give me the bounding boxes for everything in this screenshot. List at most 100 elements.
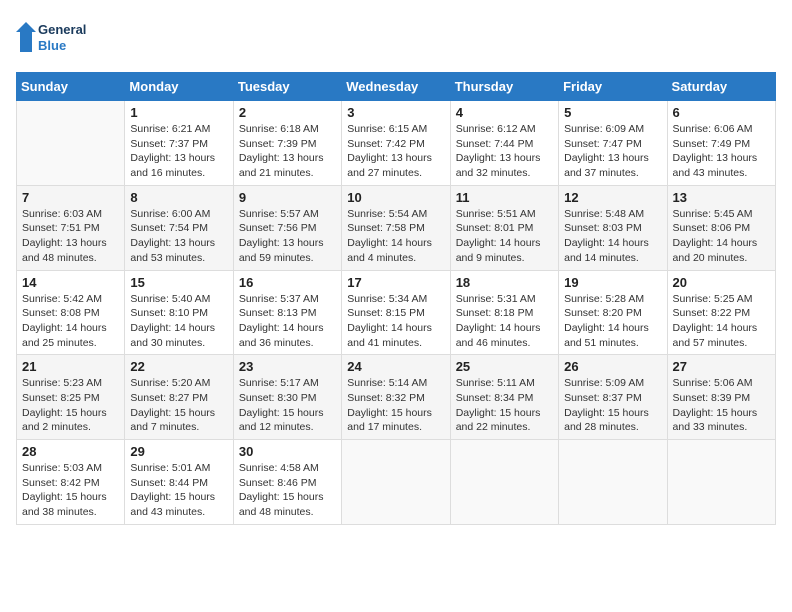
- day-number: 22: [130, 359, 227, 374]
- day-number: 27: [673, 359, 770, 374]
- day-info: Sunrise: 5:14 AM Sunset: 8:32 PM Dayligh…: [347, 376, 444, 435]
- day-info: Sunrise: 5:03 AM Sunset: 8:42 PM Dayligh…: [22, 461, 119, 520]
- day-cell-11: 11Sunrise: 5:51 AM Sunset: 8:01 PM Dayli…: [450, 185, 558, 270]
- day-info: Sunrise: 5:09 AM Sunset: 8:37 PM Dayligh…: [564, 376, 661, 435]
- day-cell-16: 16 Sunrise: 5:37 AM Sunset: 8:13 PM Dayli…: [233, 270, 341, 355]
- calendar-table: SundayMondayTuesdayWednesdayThursdayFrid…: [16, 72, 776, 525]
- day-cell-22: 22 Sunrise: 5:20 AM Sunset: 8:27 PM Dayli…: [125, 355, 233, 440]
- day-info: Sunrise: 5:45 AM Sunset: 8:06 PM Dayligh…: [673, 207, 770, 266]
- day-cell-26: 26 Sunrise: 5:09 AM Sunset: 8:37 PM Dayli…: [559, 355, 667, 440]
- day-number: 7: [22, 190, 119, 205]
- day-cell-29: 29 Sunrise: 5:01 AM Sunset: 8:44 PM Dayli…: [125, 440, 233, 525]
- day-cell-25: 25Sunrise: 5:11 AM Sunset: 8:34 PM Dayli…: [450, 355, 558, 440]
- day-number: 26: [564, 359, 661, 374]
- day-number: 30: [239, 444, 336, 459]
- day-info: Sunrise: 5:20 AM Sunset: 8:27 PM Dayligh…: [130, 376, 227, 435]
- weekday-header-tuesday: Tuesday: [233, 73, 341, 101]
- empty-cell: [450, 440, 558, 525]
- logo: General Blue: [16, 16, 96, 60]
- svg-text:General: General: [38, 22, 86, 37]
- day-cell-2: 2 Sunrise: 6:18 AM Sunset: 7:39 PM Daylig…: [233, 101, 341, 186]
- day-cell-6: 6 Sunrise: 6:06 AM Sunset: 7:49 PM Daylig…: [667, 101, 775, 186]
- day-info: Sunrise: 5:54 AM Sunset: 7:58 PM Dayligh…: [347, 207, 444, 266]
- week-row-2: 7 Sunrise: 6:03 AM Sunset: 7:51 PM Daylig…: [17, 185, 776, 270]
- day-number: 19: [564, 275, 661, 290]
- day-cell-19: 19 Sunrise: 5:28 AM Sunset: 8:20 PM Dayli…: [559, 270, 667, 355]
- day-number: 16: [239, 275, 336, 290]
- day-cell-10: 10Sunrise: 5:54 AM Sunset: 7:58 PM Dayli…: [342, 185, 450, 270]
- day-info: Sunrise: 6:18 AM Sunset: 7:39 PM Dayligh…: [239, 122, 336, 181]
- day-number: 17: [347, 275, 444, 290]
- day-number: 12: [564, 190, 661, 205]
- day-number: 8: [130, 190, 227, 205]
- page-header: General Blue: [16, 16, 776, 60]
- day-info: Sunrise: 6:03 AM Sunset: 7:51 PM Dayligh…: [22, 207, 119, 266]
- weekday-header-saturday: Saturday: [667, 73, 775, 101]
- weekday-header-row: SundayMondayTuesdayWednesdayThursdayFrid…: [17, 73, 776, 101]
- day-info: Sunrise: 6:06 AM Sunset: 7:49 PM Dayligh…: [673, 122, 770, 181]
- day-cell-12: 12 Sunrise: 5:48 AM Sunset: 8:03 PM Dayli…: [559, 185, 667, 270]
- day-cell-5: 5Sunrise: 6:09 AM Sunset: 7:47 PM Daylig…: [559, 101, 667, 186]
- weekday-header-friday: Friday: [559, 73, 667, 101]
- logo-svg: General Blue: [16, 16, 96, 60]
- day-cell-27: 27 Sunrise: 5:06 AM Sunset: 8:39 PM Dayli…: [667, 355, 775, 440]
- day-number: 24: [347, 359, 444, 374]
- day-number: 29: [130, 444, 227, 459]
- day-info: Sunrise: 5:48 AM Sunset: 8:03 PM Dayligh…: [564, 207, 661, 266]
- weekday-header-wednesday: Wednesday: [342, 73, 450, 101]
- day-number: 5: [564, 105, 661, 120]
- day-cell-18: 18Sunrise: 5:31 AM Sunset: 8:18 PM Dayli…: [450, 270, 558, 355]
- day-info: Sunrise: 5:23 AM Sunset: 8:25 PM Dayligh…: [22, 376, 119, 435]
- day-number: 23: [239, 359, 336, 374]
- day-cell-23: 23Sunrise: 5:17 AM Sunset: 8:30 PM Dayli…: [233, 355, 341, 440]
- empty-cell: [17, 101, 125, 186]
- day-cell-21: 21 Sunrise: 5:23 AM Sunset: 8:25 PM Dayli…: [17, 355, 125, 440]
- day-cell-8: 8 Sunrise: 6:00 AM Sunset: 7:54 PM Daylig…: [125, 185, 233, 270]
- day-number: 21: [22, 359, 119, 374]
- day-info: Sunrise: 6:12 AM Sunset: 7:44 PM Dayligh…: [456, 122, 553, 181]
- day-cell-14: 14Sunrise: 5:42 AM Sunset: 8:08 PM Dayli…: [17, 270, 125, 355]
- day-info: Sunrise: 6:15 AM Sunset: 7:42 PM Dayligh…: [347, 122, 444, 181]
- day-info: Sunrise: 5:40 AM Sunset: 8:10 PM Dayligh…: [130, 292, 227, 351]
- day-info: Sunrise: 5:28 AM Sunset: 8:20 PM Dayligh…: [564, 292, 661, 351]
- day-info: Sunrise: 5:42 AM Sunset: 8:08 PM Dayligh…: [22, 292, 119, 351]
- day-number: 28: [22, 444, 119, 459]
- day-cell-1: 1 Sunrise: 6:21 AM Sunset: 7:37 PM Daylig…: [125, 101, 233, 186]
- day-cell-30: 30 Sunrise: 4:58 AM Sunset: 8:46 PM Dayli…: [233, 440, 341, 525]
- day-info: Sunrise: 5:01 AM Sunset: 8:44 PM Dayligh…: [130, 461, 227, 520]
- day-cell-20: 20Sunrise: 5:25 AM Sunset: 8:22 PM Dayli…: [667, 270, 775, 355]
- day-number: 13: [673, 190, 770, 205]
- day-cell-3: 3 Sunrise: 6:15 AM Sunset: 7:42 PM Daylig…: [342, 101, 450, 186]
- day-number: 2: [239, 105, 336, 120]
- weekday-header-monday: Monday: [125, 73, 233, 101]
- day-cell-15: 15 Sunrise: 5:40 AM Sunset: 8:10 PM Dayli…: [125, 270, 233, 355]
- day-cell-24: 24 Sunrise: 5:14 AM Sunset: 8:32 PM Dayli…: [342, 355, 450, 440]
- day-number: 6: [673, 105, 770, 120]
- day-info: Sunrise: 5:57 AM Sunset: 7:56 PM Dayligh…: [239, 207, 336, 266]
- week-row-5: 28 Sunrise: 5:03 AM Sunset: 8:42 PM Dayli…: [17, 440, 776, 525]
- day-info: Sunrise: 6:00 AM Sunset: 7:54 PM Dayligh…: [130, 207, 227, 266]
- svg-text:Blue: Blue: [38, 38, 66, 53]
- day-cell-7: 7 Sunrise: 6:03 AM Sunset: 7:51 PM Daylig…: [17, 185, 125, 270]
- day-number: 3: [347, 105, 444, 120]
- day-cell-9: 9 Sunrise: 5:57 AM Sunset: 7:56 PM Daylig…: [233, 185, 341, 270]
- day-cell-28: 28 Sunrise: 5:03 AM Sunset: 8:42 PM Dayli…: [17, 440, 125, 525]
- day-cell-13: 13 Sunrise: 5:45 AM Sunset: 8:06 PM Dayli…: [667, 185, 775, 270]
- day-info: Sunrise: 6:21 AM Sunset: 7:37 PM Dayligh…: [130, 122, 227, 181]
- empty-cell: [667, 440, 775, 525]
- day-number: 4: [456, 105, 553, 120]
- day-info: Sunrise: 4:58 AM Sunset: 8:46 PM Dayligh…: [239, 461, 336, 520]
- day-number: 9: [239, 190, 336, 205]
- empty-cell: [559, 440, 667, 525]
- day-number: 15: [130, 275, 227, 290]
- day-cell-4: 4 Sunrise: 6:12 AM Sunset: 7:44 PM Daylig…: [450, 101, 558, 186]
- day-info: Sunrise: 5:06 AM Sunset: 8:39 PM Dayligh…: [673, 376, 770, 435]
- day-cell-17: 17 Sunrise: 5:34 AM Sunset: 8:15 PM Dayli…: [342, 270, 450, 355]
- day-info: Sunrise: 5:31 AM Sunset: 8:18 PM Dayligh…: [456, 292, 553, 351]
- day-info: Sunrise: 5:37 AM Sunset: 8:13 PM Dayligh…: [239, 292, 336, 351]
- week-row-4: 21 Sunrise: 5:23 AM Sunset: 8:25 PM Dayli…: [17, 355, 776, 440]
- day-info: Sunrise: 5:34 AM Sunset: 8:15 PM Dayligh…: [347, 292, 444, 351]
- day-number: 1: [130, 105, 227, 120]
- day-info: Sunrise: 5:25 AM Sunset: 8:22 PM Dayligh…: [673, 292, 770, 351]
- week-row-1: 1 Sunrise: 6:21 AM Sunset: 7:37 PM Daylig…: [17, 101, 776, 186]
